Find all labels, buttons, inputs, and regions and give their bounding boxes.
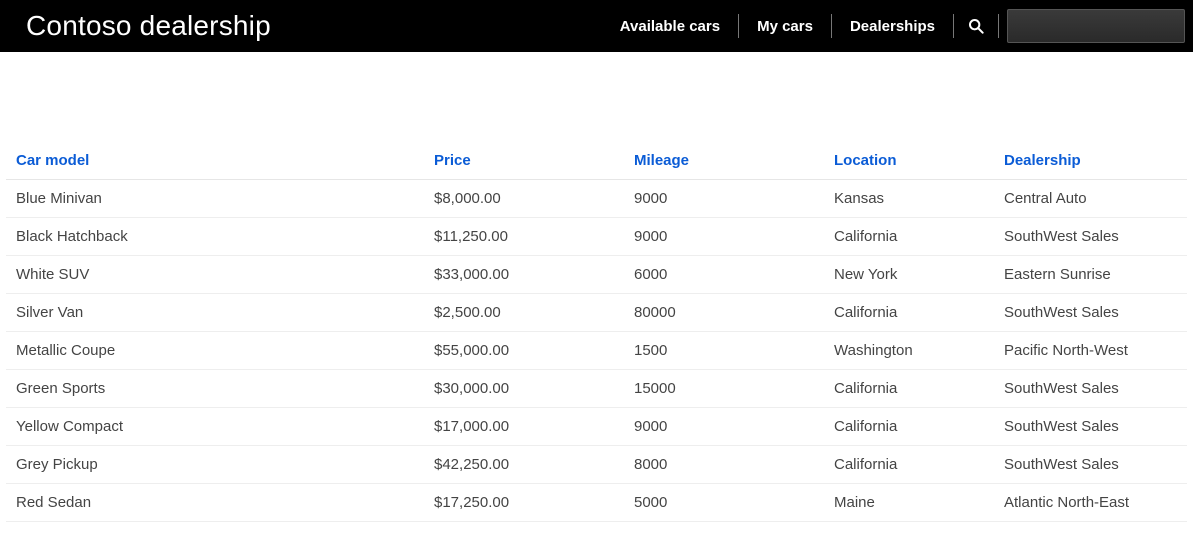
cell-price: $8,000.00 xyxy=(426,180,626,218)
col-header-price[interactable]: Price xyxy=(426,142,626,180)
cell-price: $17,000.00 xyxy=(426,408,626,446)
cell-mileage: 1500 xyxy=(626,332,826,370)
cell-model: Metallic Coupe xyxy=(6,332,426,370)
cell-location: California xyxy=(826,218,996,256)
cell-mileage: 9000 xyxy=(626,218,826,256)
cell-location: California xyxy=(826,446,996,484)
cell-location: California xyxy=(826,370,996,408)
cell-dealership: Atlantic North-East xyxy=(996,484,1187,522)
cell-model: Green Sports xyxy=(6,370,426,408)
cell-price: $2,500.00 xyxy=(426,294,626,332)
cell-mileage: 8000 xyxy=(626,446,826,484)
table-row[interactable]: Silver Van$2,500.0080000CaliforniaSouthW… xyxy=(6,294,1187,332)
main-nav: Available cars My cars Dealerships xyxy=(602,0,1185,52)
cell-dealership: SouthWest Sales xyxy=(996,408,1187,446)
cars-table: Car model Price Mileage Location Dealers… xyxy=(6,142,1187,522)
cell-dealership: Eastern Sunrise xyxy=(996,256,1187,294)
cell-model: Yellow Compact xyxy=(6,408,426,446)
table-row[interactable]: Metallic Coupe$55,000.001500WashingtonPa… xyxy=(6,332,1187,370)
table-header-row: Car model Price Mileage Location Dealers… xyxy=(6,142,1187,180)
cell-dealership: Central Auto xyxy=(996,180,1187,218)
cell-dealership: SouthWest Sales xyxy=(996,370,1187,408)
cell-price: $55,000.00 xyxy=(426,332,626,370)
cell-price: $11,250.00 xyxy=(426,218,626,256)
cell-mileage: 15000 xyxy=(626,370,826,408)
nav-available-cars[interactable]: Available cars xyxy=(602,14,739,38)
cell-mileage: 6000 xyxy=(626,256,826,294)
table-row[interactable]: Yellow Compact$17,000.009000CaliforniaSo… xyxy=(6,408,1187,446)
cell-location: Maine xyxy=(826,484,996,522)
cell-dealership: Pacific North-West xyxy=(996,332,1187,370)
main-content: Car model Price Mileage Location Dealers… xyxy=(0,54,1193,522)
cell-dealership: SouthWest Sales xyxy=(996,446,1187,484)
col-header-model[interactable]: Car model xyxy=(6,142,426,180)
cell-dealership: SouthWest Sales xyxy=(996,218,1187,256)
cell-price: $30,000.00 xyxy=(426,370,626,408)
nav-dealerships[interactable]: Dealerships xyxy=(832,14,954,38)
nav-search[interactable] xyxy=(954,14,999,38)
cell-price: $33,000.00 xyxy=(426,256,626,294)
cell-model: Blue Minivan xyxy=(6,180,426,218)
search-icon xyxy=(968,18,984,34)
cell-model: Grey Pickup xyxy=(6,446,426,484)
cell-price: $17,250.00 xyxy=(426,484,626,522)
table-row[interactable]: Grey Pickup$42,250.008000CaliforniaSouth… xyxy=(6,446,1187,484)
cell-model: White SUV xyxy=(6,256,426,294)
cell-model: Red Sedan xyxy=(6,484,426,522)
cell-location: New York xyxy=(826,256,996,294)
table-row[interactable]: Black Hatchback$11,250.009000CaliforniaS… xyxy=(6,218,1187,256)
table-row[interactable]: Blue Minivan$8,000.009000KansasCentral A… xyxy=(6,180,1187,218)
cell-location: California xyxy=(826,408,996,446)
table-row[interactable]: White SUV$33,000.006000New YorkEastern S… xyxy=(6,256,1187,294)
cell-mileage: 9000 xyxy=(626,180,826,218)
cell-model: Black Hatchback xyxy=(6,218,426,256)
cell-location: California xyxy=(826,294,996,332)
brand-title: Contoso dealership xyxy=(26,10,271,42)
top-bar: Contoso dealership Available cars My car… xyxy=(0,0,1193,54)
cell-model: Silver Van xyxy=(6,294,426,332)
col-header-mileage[interactable]: Mileage xyxy=(626,142,826,180)
table-row[interactable]: Green Sports$30,000.0015000CaliforniaSou… xyxy=(6,370,1187,408)
cell-mileage: 80000 xyxy=(626,294,826,332)
cell-mileage: 5000 xyxy=(626,484,826,522)
col-header-dealership[interactable]: Dealership xyxy=(996,142,1187,180)
cell-location: Kansas xyxy=(826,180,996,218)
cell-location: Washington xyxy=(826,332,996,370)
cell-dealership: SouthWest Sales xyxy=(996,294,1187,332)
col-header-location[interactable]: Location xyxy=(826,142,996,180)
cell-mileage: 9000 xyxy=(626,408,826,446)
nav-my-cars[interactable]: My cars xyxy=(739,14,832,38)
cell-price: $42,250.00 xyxy=(426,446,626,484)
table-row[interactable]: Red Sedan$17,250.005000MaineAtlantic Nor… xyxy=(6,484,1187,522)
user-menu[interactable] xyxy=(1007,9,1185,43)
